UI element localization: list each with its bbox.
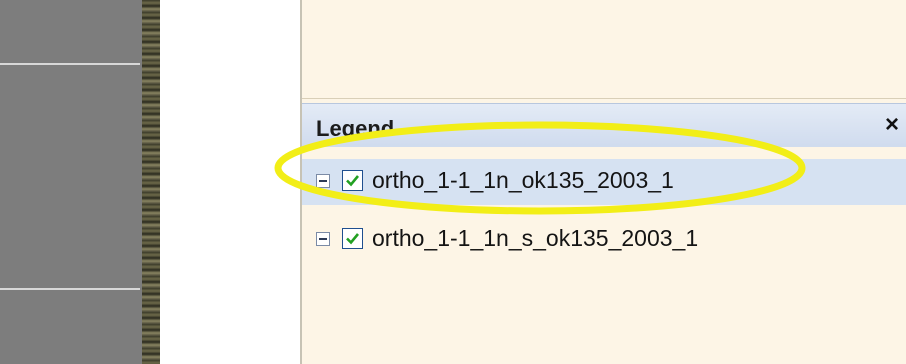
collapse-icon[interactable]: [316, 232, 330, 246]
layer-visibility-checkbox[interactable]: [342, 228, 363, 249]
layer-visibility-checkbox[interactable]: [342, 170, 363, 191]
collapse-icon[interactable]: [316, 174, 330, 188]
legend-header: Legend ×: [302, 103, 906, 148]
checkmark-icon: [346, 175, 360, 187]
legend-title: Legend: [316, 116, 395, 141]
layer-name: ortho_1-1_1n_ok135_2003_1: [372, 167, 674, 193]
orthophoto-strip: [142, 0, 160, 364]
map-view[interactable]: [0, 0, 148, 364]
map-tile-seam: [0, 288, 140, 290]
layer-name: ortho_1-1_1n_s_ok135_2003_1: [372, 225, 699, 251]
legend-list: ortho_1-1_1n_ok135_2003_1 ortho_1-1_1n_s…: [302, 147, 906, 364]
map-tile-seam: [0, 63, 140, 65]
checkmark-icon: [346, 233, 360, 245]
upper-dock-pane: [302, 0, 906, 99]
legend-layer-row[interactable]: ortho_1-1_1n_s_ok135_2003_1: [302, 217, 906, 263]
legend-layer-row[interactable]: ortho_1-1_1n_ok135_2003_1: [302, 159, 906, 205]
close-icon[interactable]: ×: [880, 112, 904, 138]
